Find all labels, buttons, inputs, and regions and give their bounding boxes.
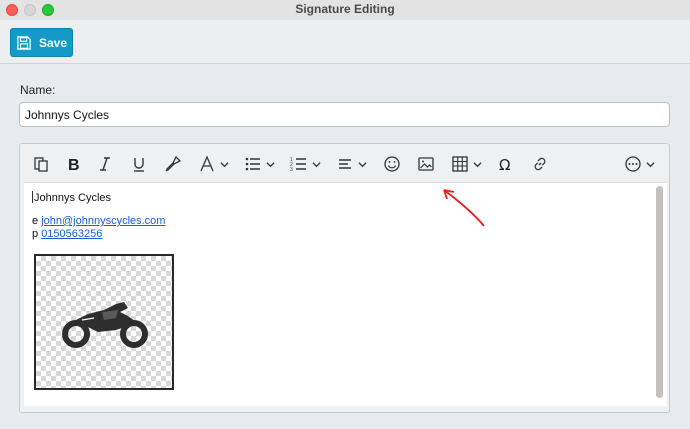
table-dropdown[interactable] xyxy=(451,153,482,175)
motorcycle-icon xyxy=(62,302,148,348)
numbered-list-icon: 123 xyxy=(290,157,306,173)
signature-email-line: e john@johnnyscycles.com xyxy=(32,215,165,227)
email-link[interactable]: john@johnnyscycles.com xyxy=(41,215,165,227)
phone-prefix: p xyxy=(32,228,39,240)
format-brush-icon xyxy=(165,155,182,172)
link-button[interactable] xyxy=(531,153,549,175)
paste-icon xyxy=(34,157,48,172)
bold-icon: B xyxy=(68,157,80,173)
align-icon xyxy=(339,159,351,169)
more-icon xyxy=(625,156,641,172)
chevron-down-icon xyxy=(473,161,482,167)
signature-logo-image[interactable] xyxy=(34,254,174,390)
chevron-down-icon xyxy=(358,161,367,167)
name-input[interactable] xyxy=(19,102,670,127)
italic-button[interactable] xyxy=(96,153,114,175)
email-prefix: e xyxy=(32,215,39,227)
bold-button[interactable]: B xyxy=(64,153,82,175)
signature-phone-line: p 0150563256 xyxy=(32,228,102,240)
image-icon xyxy=(418,157,434,171)
table-icon xyxy=(452,156,468,172)
font-icon xyxy=(200,155,214,172)
floppy-disk-icon xyxy=(17,35,31,50)
more-dropdown[interactable] xyxy=(624,153,655,175)
editor-toolbar: B 123 Ω xyxy=(20,144,669,182)
svg-text:B: B xyxy=(68,157,80,173)
font-dropdown[interactable] xyxy=(198,153,229,175)
phone-link[interactable]: 0150563256 xyxy=(41,228,102,240)
paste-button[interactable] xyxy=(32,153,50,175)
window-title: Signature Editing xyxy=(295,2,395,16)
underline-button[interactable] xyxy=(130,153,148,175)
svg-text:Ω: Ω xyxy=(499,156,510,173)
name-label: Name: xyxy=(20,83,56,97)
save-button-label: Save xyxy=(39,35,68,50)
signature-editor: B 123 Ω Johnnys Cycles e john@johnnyscyc… xyxy=(19,143,670,413)
insert-image-button[interactable] xyxy=(417,153,435,175)
bullet-list-dropdown[interactable] xyxy=(244,153,275,175)
red-arrow-annotation xyxy=(443,189,485,227)
numbered-list-dropdown[interactable]: 123 xyxy=(290,153,321,175)
chevron-down-icon xyxy=(312,161,321,167)
format-painter-button[interactable] xyxy=(164,153,182,175)
chevron-down-icon xyxy=(266,161,275,167)
omega-icon: Ω xyxy=(499,156,510,173)
emoji-button[interactable] xyxy=(383,153,401,175)
text-cursor xyxy=(32,191,33,203)
special-character-button[interactable]: Ω xyxy=(497,153,515,175)
underline-icon xyxy=(134,158,144,172)
chevron-down-icon xyxy=(646,161,655,167)
save-button[interactable]: Save xyxy=(10,28,73,57)
main-toolbar: Save xyxy=(0,20,690,64)
align-dropdown[interactable] xyxy=(336,153,367,175)
emoji-icon xyxy=(384,156,400,172)
editor-scrollbar[interactable] xyxy=(656,186,663,398)
svg-text:3: 3 xyxy=(290,167,293,173)
title-bar: Signature Editing xyxy=(0,0,690,20)
link-icon xyxy=(534,157,546,171)
bullet-list-icon xyxy=(245,157,260,171)
editor-content-area[interactable]: Johnnys Cycles e john@johnnyscycles.com … xyxy=(24,182,667,406)
signature-company-line: Johnnys Cycles xyxy=(32,191,111,204)
italic-icon xyxy=(100,157,110,171)
chevron-down-icon xyxy=(220,161,229,167)
signature-company: Johnnys Cycles xyxy=(34,192,112,204)
